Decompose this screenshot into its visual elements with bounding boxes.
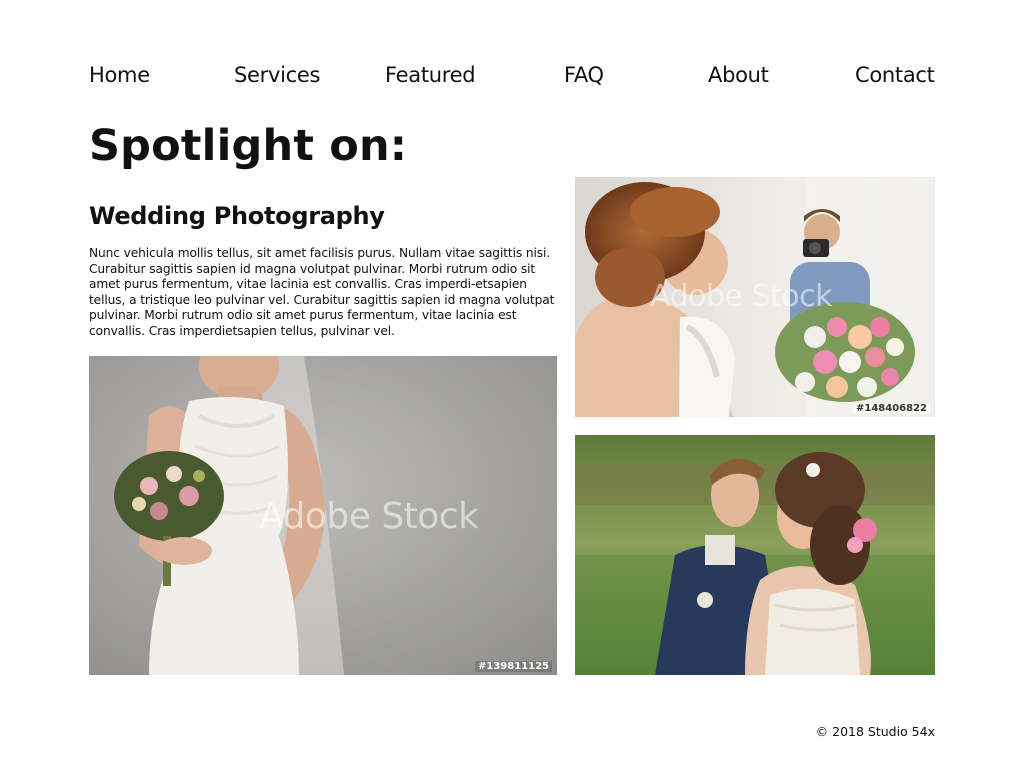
main-nav: Home Services Featured FAQ About Contact bbox=[89, 60, 935, 90]
body-paragraph: Nunc vehicula mollis tellus, sit amet fa… bbox=[89, 246, 555, 338]
photo-watermark: Adobe Stock bbox=[650, 279, 832, 314]
nav-link-services[interactable]: Services bbox=[234, 60, 320, 90]
photo-stock-id: #139811125 bbox=[474, 661, 552, 672]
nav-link-home[interactable]: Home bbox=[89, 60, 150, 90]
photo-stock-id: #148406822 bbox=[852, 403, 930, 414]
photo-bride-with-bouquet: Adobe Stock #139811125 bbox=[89, 356, 557, 675]
nav-link-contact[interactable]: Contact bbox=[855, 60, 935, 90]
photo-watermark: Adobe Stock bbox=[259, 496, 479, 537]
nav-link-about[interactable]: About bbox=[708, 60, 769, 90]
photo-wedding-couple-image bbox=[575, 435, 935, 675]
footer-copyright: © 2018 Studio 54x bbox=[815, 724, 935, 739]
photo-wedding-couple bbox=[575, 435, 935, 675]
nav-link-faq[interactable]: FAQ bbox=[564, 60, 604, 90]
nav-link-featured[interactable]: Featured bbox=[385, 60, 476, 90]
photo-bride-and-photographer: Adobe Stock #148406822 bbox=[575, 177, 935, 417]
section-subtitle: Wedding Photography bbox=[89, 202, 385, 230]
page-title: Spotlight on: bbox=[89, 121, 408, 171]
